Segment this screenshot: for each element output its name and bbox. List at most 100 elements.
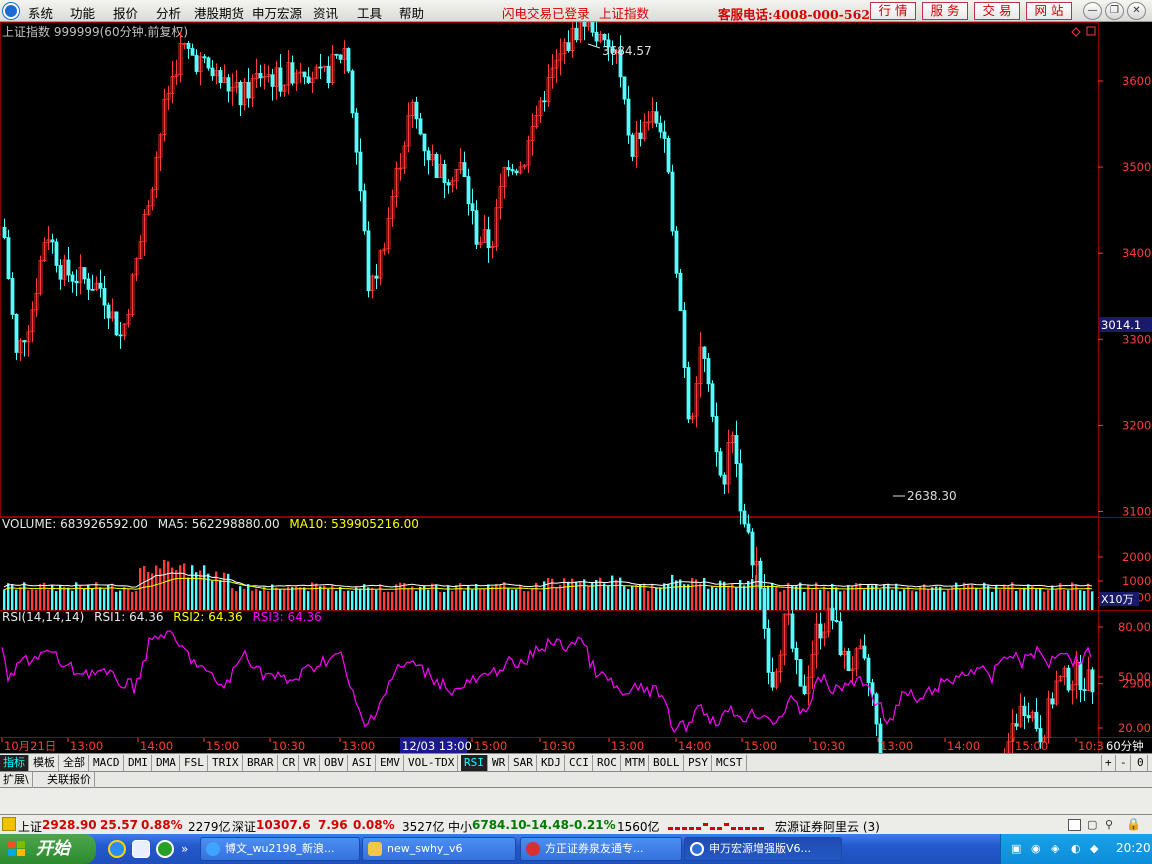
tab-indicator-全部[interactable]: 全部: [60, 755, 89, 771]
tab-indicator-cr[interactable]: CR: [279, 755, 300, 771]
lock-icon[interactable]: 🔒: [1126, 817, 1141, 831]
taskbar-window-blog[interactable]: 博文_wu2198_新浪...: [200, 837, 360, 861]
browser-icon[interactable]: [156, 840, 174, 858]
cursor-time: 12/03 13:00: [402, 739, 472, 753]
volume-bar: [119, 590, 122, 610]
taskbar-window-fangzheng[interactable]: 方正证券泉友通专...: [520, 837, 682, 861]
minimize-icon[interactable]: —: [1083, 2, 1102, 20]
volume-bar: [819, 589, 822, 610]
volume-icon[interactable]: ◐: [1071, 842, 1081, 855]
menu-info[interactable]: 资讯: [313, 3, 338, 22]
tab-extended[interactable]: 扩展\: [0, 772, 33, 788]
menu-help[interactable]: 帮助: [399, 3, 424, 22]
volume-bar: [607, 585, 610, 610]
service-button[interactable]: 服 务: [922, 2, 968, 20]
tab-indicator-mtm[interactable]: MTM: [622, 755, 649, 771]
tab-indicator-vol-tdx[interactable]: VOL-TDX: [405, 755, 459, 771]
tab-indicator-指标[interactable]: 指标: [0, 755, 29, 771]
zoom-out-button[interactable]: -: [1117, 755, 1131, 771]
tab-indicator-brar[interactable]: BRAR: [244, 755, 278, 771]
tab-indicator-emv[interactable]: EMV: [377, 755, 404, 771]
network-icon[interactable]: ▣: [1011, 842, 1021, 855]
tab-indicator-dma[interactable]: DMA: [153, 755, 180, 771]
candle-body: [734, 435, 739, 465]
window-corner-icons[interactable]: [1071, 26, 1096, 37]
start-button[interactable]: 开始: [0, 834, 96, 864]
tab-indicator-psy[interactable]: PSY: [685, 755, 712, 771]
taskbar-window-swhy[interactable]: 申万宏源增强版V6...: [684, 837, 842, 861]
clock[interactable]: 20:20: [1116, 841, 1151, 855]
time-tick-label: 14:00: [678, 739, 711, 753]
website-button[interactable]: 网 站: [1026, 2, 1072, 20]
candle-body: [474, 210, 479, 245]
tab-indicator-macd[interactable]: MACD: [90, 755, 124, 771]
candle-body: [98, 282, 103, 289]
menu-quote[interactable]: 报价: [113, 3, 138, 22]
trade-button[interactable]: 交 易: [974, 2, 1020, 20]
menu-bar: 系统 功能 报价 分析 港股期货 申万宏源 资讯 工具 帮助 闪电交易已登录 上…: [0, 0, 1152, 22]
shield-icon[interactable]: ◆: [1090, 842, 1098, 855]
volume-bar: [323, 585, 326, 610]
volume-bar: [659, 587, 662, 610]
broker-server[interactable]: 宏源证券阿里云 (3): [775, 818, 880, 835]
menu-function[interactable]: 功能: [70, 3, 95, 22]
ie-icon[interactable]: [108, 840, 126, 858]
signal-icon[interactable]: ⚲: [1105, 818, 1113, 831]
menu-system[interactable]: 系统: [28, 3, 53, 22]
menu-swhy[interactable]: 申万宏源: [252, 3, 302, 22]
quote-button[interactable]: 行 情: [870, 2, 916, 20]
security-icon[interactable]: ◈: [1051, 842, 1059, 855]
zoom-in-button[interactable]: +: [1101, 755, 1116, 771]
app-logo-icon[interactable]: [3, 3, 19, 19]
tab-indicator-sar[interactable]: SAR: [510, 755, 537, 771]
tab-indicator-vr[interactable]: VR: [300, 755, 321, 771]
chart-area[interactable]: 上证指数 999999(60分钟.前复权) 3600 3500 3400 3300 32…: [0, 4, 1152, 864]
volume-bar: [235, 591, 238, 610]
tab-indicator-dmi[interactable]: DMI: [125, 755, 152, 771]
tab-indicator-模板[interactable]: 模板: [30, 755, 59, 771]
desktop-icon[interactable]: [132, 840, 150, 858]
menu-hk-futures[interactable]: 港股期货: [194, 3, 244, 22]
volume-bar: [851, 586, 854, 610]
volume-bar: [67, 587, 70, 610]
menu-tools[interactable]: 工具: [357, 3, 382, 22]
restore-icon[interactable]: ❐: [1105, 2, 1124, 20]
volume-bar: [63, 587, 66, 610]
candle-body: [630, 134, 635, 157]
period-label[interactable]: 60分钟: [1106, 739, 1144, 753]
tab-indicator-fsl[interactable]: FSL: [181, 755, 208, 771]
tab-indicator-trix[interactable]: TRIX: [209, 755, 243, 771]
volume-bar: [459, 583, 462, 610]
volume-bar: [327, 589, 330, 610]
tab-indicator-wr[interactable]: WR: [489, 755, 510, 771]
volume-bar: [935, 586, 938, 610]
connection-icon[interactable]: ◉: [1031, 842, 1041, 855]
tab-indicator-roc[interactable]: ROC: [594, 755, 621, 771]
volume-bar: [947, 589, 950, 610]
tab-indicator-kdj[interactable]: KDJ: [538, 755, 565, 771]
tab-indicator-mcst[interactable]: MCST: [713, 755, 747, 771]
candle-body: [742, 510, 747, 525]
candle-body: [506, 167, 511, 170]
message-icon[interactable]: ▢: [1087, 818, 1097, 831]
sz-change: 7.96: [318, 818, 348, 832]
volume-bar: [831, 583, 834, 610]
tab-indicator-asi[interactable]: ASI: [349, 755, 376, 771]
taskbar-window-folder[interactable]: new_swhy_v6: [362, 837, 516, 861]
volume-bar: [239, 586, 242, 610]
reset-button[interactable]: 0: [1134, 755, 1148, 771]
candle-body: [582, 20, 587, 27]
tab-indicator-obv[interactable]: OBV: [321, 755, 348, 771]
candle-body: [418, 118, 423, 135]
tab-indicator-cci[interactable]: CCI: [566, 755, 593, 771]
panel-toggle-icon[interactable]: [1068, 819, 1081, 831]
tab-indicator-boll[interactable]: BOLL: [650, 755, 684, 771]
tab-related-quotes[interactable]: 关联报价: [44, 772, 95, 788]
more-chevron-icon[interactable]: »: [181, 842, 188, 856]
ticker-icon[interactable]: [2, 817, 16, 831]
menu-analysis[interactable]: 分析: [156, 3, 181, 22]
price-chart[interactable]: 上证指数 999999(60分钟.前复权) 3600 3500 3400 3300 32…: [0, 4, 1152, 864]
candle-body: [830, 607, 835, 621]
close-icon[interactable]: ✕: [1127, 2, 1146, 20]
tab-indicator-rsi[interactable]: RSI: [461, 755, 488, 771]
